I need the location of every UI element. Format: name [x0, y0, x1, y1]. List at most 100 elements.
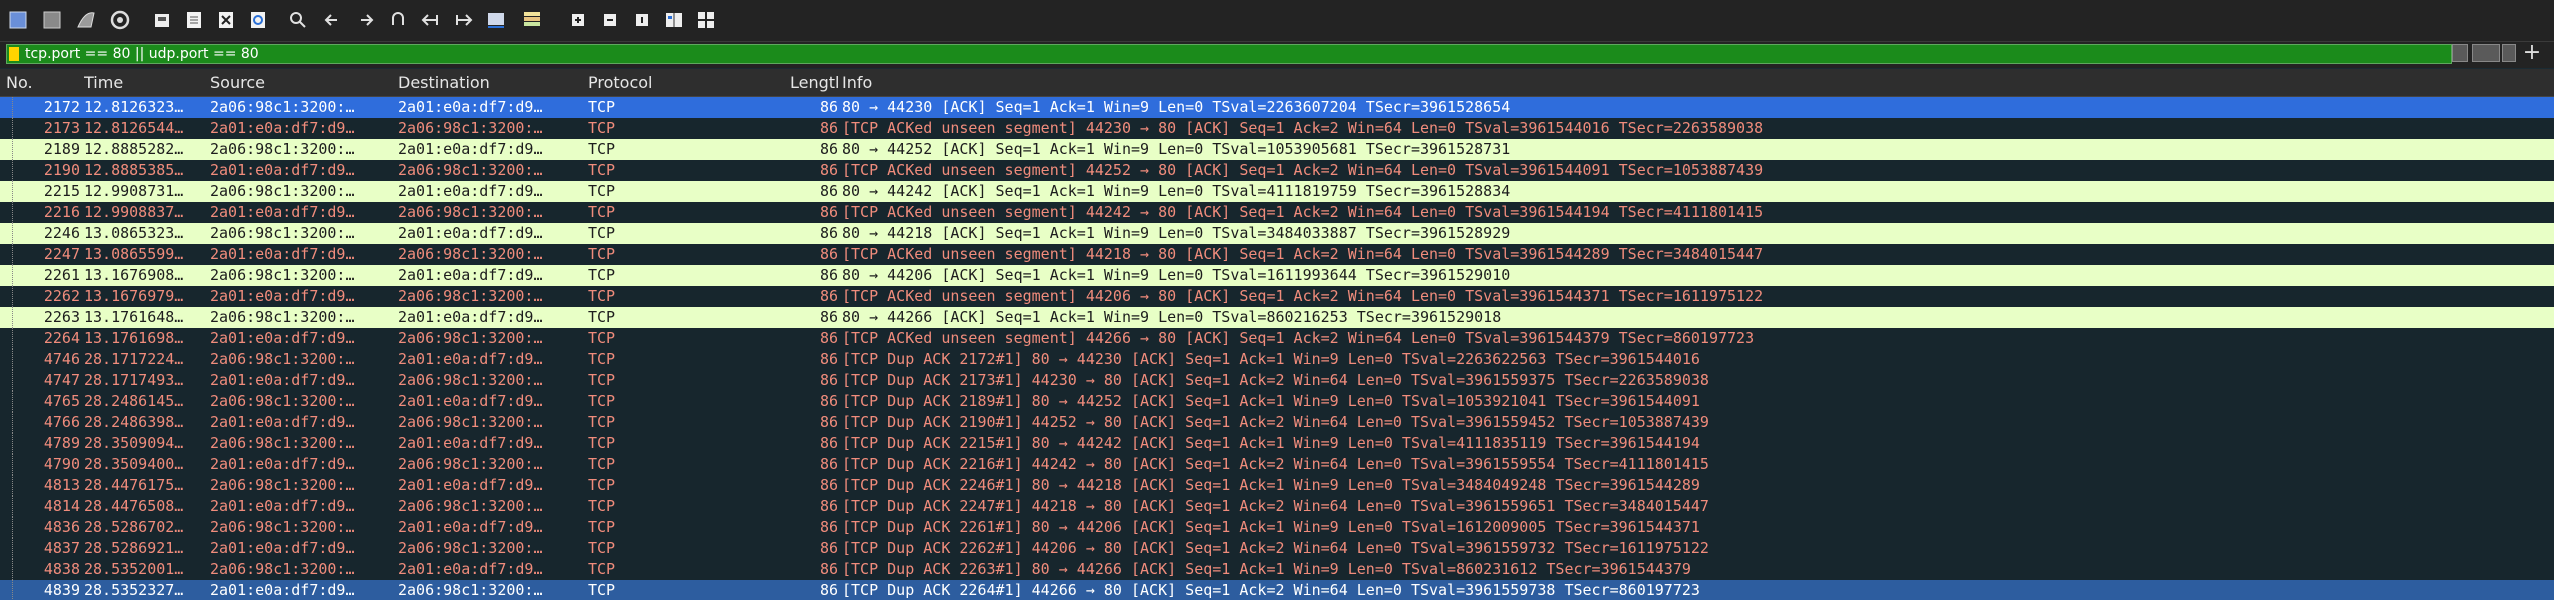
table-row[interactable]: 4813 28.4476175… 2a06:98c1:3200:… 2a01:e0a:… — [0, 475, 2554, 496]
cell-source: 2a06:98c1:3200:… — [210, 308, 355, 326]
filter-history-dropdown-icon[interactable] — [2502, 44, 2516, 62]
table-row[interactable]: 2247 13.0865599… 2a01:e0a:df7:d9… 2a06:98c1… — [0, 244, 2554, 265]
preferences-grid-icon[interactable] — [692, 6, 720, 34]
first-packet-icon[interactable] — [416, 6, 444, 34]
autoscroll-icon[interactable] — [482, 6, 510, 34]
cell-length: 86 — [819, 266, 838, 284]
close-file-icon[interactable] — [212, 6, 240, 34]
table-row[interactable]: 2215 12.9908731… 2a06:98c1:3200:… 2a01:e0a:… — [0, 181, 2554, 202]
cell-destination: 2a01:e0a:df7:d9… — [398, 350, 543, 368]
cell-time: 13.1676908… — [84, 266, 184, 284]
cell-info: [TCP Dup ACK 2215#1] 80 → 44242 [ACK] Se… — [842, 434, 1700, 452]
column-header-length[interactable]: Lengtl — [790, 73, 842, 93]
cell-destination: 2a01:e0a:df7:d9… — [398, 392, 543, 410]
table-row[interactable]: 4789 28.3509094… 2a06:98c1:3200:… 2a01:e0a:… — [0, 433, 2554, 454]
search-icon[interactable] — [284, 6, 312, 34]
cell-no: 4836 — [43, 518, 80, 536]
bookmark-flag-icon[interactable] — [9, 47, 19, 61]
cell-destination: 2a06:98c1:3200:… — [398, 413, 543, 431]
cell-time: 28.4476508… — [84, 497, 184, 515]
cell-destination: 2a06:98c1:3200:… — [398, 203, 543, 221]
cell-destination: 2a06:98c1:3200:… — [398, 455, 543, 473]
cell-destination: 2a01:e0a:df7:d9… — [398, 518, 543, 536]
cell-source: 2a06:98c1:3200:… — [210, 350, 355, 368]
colorize-icon[interactable] — [518, 6, 546, 34]
cell-time: 13.1676979… — [84, 287, 184, 305]
zoom-in-icon[interactable] — [564, 6, 592, 34]
cell-time: 12.8126323… — [84, 98, 184, 116]
cell-time: 28.2486145… — [84, 392, 184, 410]
table-row[interactable]: 4814 28.4476508… 2a01:e0a:df7:d9… 2a06:98c1… — [0, 496, 2554, 517]
table-row[interactable]: 4747 28.1717493… 2a01:e0a:df7:d9… 2a06:98c1… — [0, 370, 2554, 391]
table-row[interactable]: 2246 13.0865323… 2a06:98c1:3200:… 2a01:e0a:… — [0, 223, 2554, 244]
cell-protocol: TCP — [588, 329, 616, 347]
cell-length: 86 — [819, 497, 838, 515]
table-row[interactable]: 4839 28.5352327… 2a01:e0a:df7:d9… 2a06:98c1… — [0, 580, 2554, 600]
column-header-destination[interactable]: Destination — [398, 73, 578, 93]
back-arrow-icon[interactable] — [318, 6, 346, 34]
table-row[interactable]: 4790 28.3509400… 2a01:e0a:df7:d9… 2a06:98c1… — [0, 454, 2554, 475]
cell-source: 2a06:98c1:3200:… — [210, 476, 355, 494]
cell-time: 28.4476175… — [84, 476, 184, 494]
table-row[interactable]: 2172 12.8126323… 2a06:98c1:3200:… 2a01:e0a:… — [0, 97, 2554, 118]
cell-protocol: TCP — [588, 266, 616, 284]
cell-time: 28.1717224… — [84, 350, 184, 368]
column-header-time[interactable]: Time — [84, 73, 204, 93]
table-row[interactable]: 2189 12.8885282… 2a06:98c1:3200:… 2a01:e0a:… — [0, 139, 2554, 160]
cell-time: 28.5352327… — [84, 581, 184, 599]
last-packet-icon[interactable] — [450, 6, 478, 34]
stop-icon[interactable] — [38, 6, 66, 34]
column-header-protocol[interactable]: Protocol — [588, 73, 778, 93]
clear-filter-icon[interactable] — [2452, 44, 2468, 62]
cell-info: 80 → 44230 [ACK] Seq=1 Ack=1 Win=9 Len=0… — [842, 98, 1511, 116]
table-row[interactable]: 4746 28.1717224… 2a06:98c1:3200:… 2a01:e0a:… — [0, 349, 2554, 370]
zoom-out-icon[interactable] — [596, 6, 624, 34]
options-gear-icon[interactable] — [106, 6, 134, 34]
cell-length: 86 — [819, 182, 838, 200]
shark-fin-start-icon[interactable] — [4, 6, 32, 34]
normal-size-icon[interactable] — [628, 6, 656, 34]
cell-destination: 2a01:e0a:df7:d9… — [398, 182, 543, 200]
save-file-icon[interactable] — [180, 6, 208, 34]
cell-time: 28.3509400… — [84, 455, 184, 473]
table-row[interactable]: 2261 13.1676908… 2a06:98c1:3200:… 2a01:e0a:… — [0, 265, 2554, 286]
cell-no: 2264 — [43, 329, 80, 347]
open-folder-icon[interactable] — [148, 6, 176, 34]
cell-no: 2261 — [43, 266, 80, 284]
add-filter-button-plus-icon[interactable]: + — [2520, 41, 2544, 65]
cell-destination: 2a06:98c1:3200:… — [398, 161, 543, 179]
column-header-info[interactable]: Info — [842, 73, 1042, 93]
table-row[interactable]: 4837 28.5286921… 2a01:e0a:df7:d9… 2a06:98c1… — [0, 538, 2554, 559]
cell-no: 2190 — [43, 161, 80, 179]
forward-arrow-icon[interactable] — [352, 6, 380, 34]
shark-fin-restart-icon[interactable] — [72, 6, 100, 34]
cell-info: [TCP ACKed unseen segment] 44252 → 80 [A… — [842, 161, 1764, 179]
cell-length: 86 — [819, 224, 838, 242]
cell-info: [TCP Dup ACK 2173#1] 44230 → 80 [ACK] Se… — [842, 371, 1709, 389]
cell-destination: 2a01:e0a:df7:d9… — [398, 98, 543, 116]
cell-length: 86 — [819, 476, 838, 494]
cell-source: 2a01:e0a:df7:d9… — [210, 119, 355, 137]
reload-icon[interactable] — [244, 6, 272, 34]
column-header-no[interactable]: No. — [6, 73, 76, 93]
table-row[interactable]: 2173 12.8126544… 2a01:e0a:df7:d9… 2a06:98c1… — [0, 118, 2554, 139]
table-row[interactable]: 2263 13.1761648… 2a06:98c1:3200:… 2a01:e0a:… — [0, 307, 2554, 328]
table-row[interactable]: 2264 13.1761698… 2a01:e0a:df7:d9… 2a06:98c1… — [0, 328, 2554, 349]
table-row[interactable]: 4838 28.5352001… 2a06:98c1:3200:… 2a01:e0a:… — [0, 559, 2554, 580]
cell-info: [TCP Dup ACK 2264#1] 44266 → 80 [ACK] Se… — [842, 581, 1700, 599]
go-to-packet-icon[interactable] — [384, 6, 412, 34]
cell-destination: 2a06:98c1:3200:… — [398, 539, 543, 557]
table-row[interactable]: 4836 28.5286702… 2a06:98c1:3200:… 2a01:e0a:… — [0, 517, 2554, 538]
column-header-source[interactable]: Source — [210, 73, 390, 93]
cell-destination: 2a01:e0a:df7:d9… — [398, 476, 543, 494]
display-filter-input[interactable]: tcp.port == 80 || udp.port == 80 — [6, 44, 2452, 64]
apply-filter-arrow-icon[interactable] — [2472, 44, 2500, 62]
table-row[interactable]: 2262 13.1676979… 2a01:e0a:df7:d9… 2a06:98c1… — [0, 286, 2554, 307]
cell-protocol: TCP — [588, 413, 616, 431]
table-row[interactable]: 4766 28.2486398… 2a01:e0a:df7:d9… 2a06:98c1… — [0, 412, 2554, 433]
cell-protocol: TCP — [588, 161, 616, 179]
table-row[interactable]: 2216 12.9908837… 2a01:e0a:df7:d9… 2a06:98c1… — [0, 202, 2554, 223]
table-row[interactable]: 4765 28.2486145… 2a06:98c1:3200:… 2a01:e0a:… — [0, 391, 2554, 412]
resize-columns-icon[interactable] — [660, 6, 688, 34]
table-row[interactable]: 2190 12.8885385… 2a01:e0a:df7:d9… 2a06:98c1… — [0, 160, 2554, 181]
